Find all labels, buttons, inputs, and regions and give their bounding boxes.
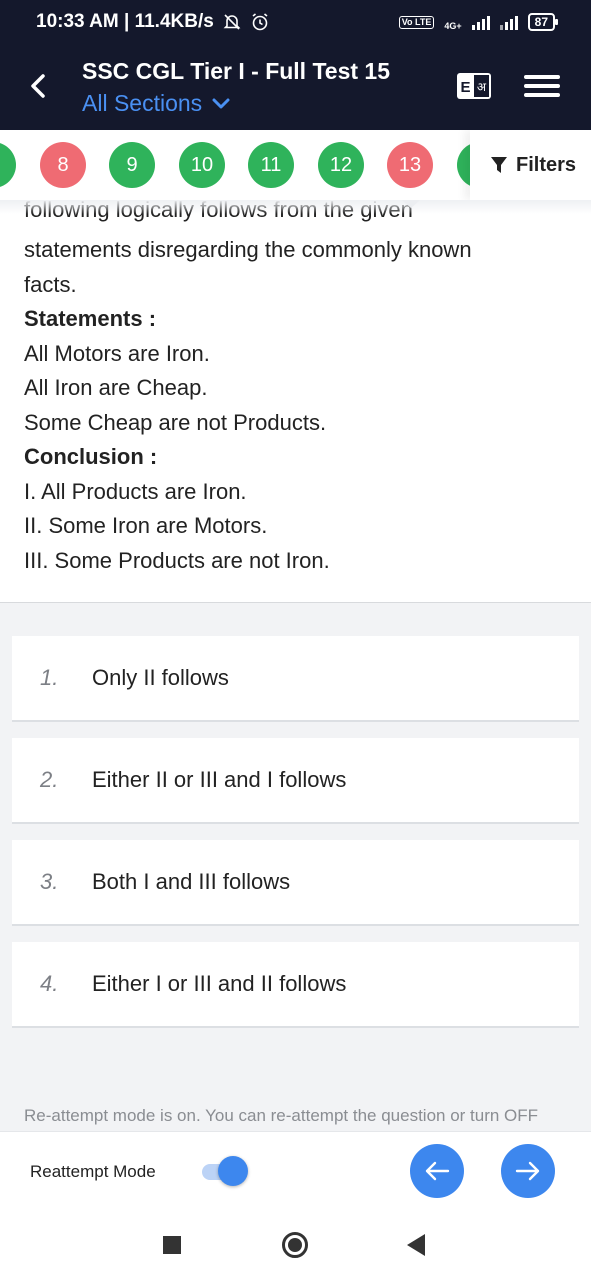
arrow-right-icon (515, 1161, 540, 1181)
bottom-action-bar: Reattempt Mode (0, 1131, 591, 1211)
question-bubble[interactable]: 10 (179, 142, 225, 188)
network-type: 4G+ (444, 21, 462, 31)
question-bubble[interactable]: 8 (40, 142, 86, 188)
answer-option[interactable]: 3. Both I and III follows (12, 840, 579, 926)
question-bubble[interactable]: 12 (318, 142, 364, 188)
question-line: facts. (24, 271, 77, 297)
statement-line: Some Cheap are not Products. (24, 409, 327, 435)
home-icon[interactable] (282, 1232, 308, 1258)
answer-option[interactable]: 1. Only II follows (12, 636, 579, 722)
sections-dropdown[interactable]: All Sections (82, 90, 230, 117)
option-number: 1. (40, 665, 59, 690)
question-bubble[interactable] (0, 142, 16, 188)
question-line: statements disregarding the commonly kno… (24, 237, 472, 262)
question-bubble[interactable]: 9 (109, 142, 155, 188)
conclusion-line: I. All Products are Iron. (24, 478, 247, 504)
option-number: 4. (40, 971, 59, 996)
back-button[interactable] (18, 66, 58, 106)
question-text: statements disregarding the commonly kno… (24, 233, 569, 578)
battery-icon: 87 (527, 13, 559, 31)
option-text: Either II or III and I follows (92, 767, 347, 792)
back-icon[interactable] (407, 1234, 425, 1256)
question-bubble[interactable]: 11 (248, 142, 294, 188)
language-icon: E अ (457, 73, 491, 99)
conclusion-line: II. Some Iron are Motors. (24, 513, 268, 538)
menu-line (524, 93, 560, 97)
chevron-left-icon (31, 74, 45, 98)
answer-option[interactable]: 4. Either I or III and II follows (12, 942, 579, 1028)
statements-heading: Statements : (24, 306, 157, 331)
alarm-icon (250, 12, 270, 32)
scroll-indicator (402, 200, 420, 208)
arrow-left-icon (425, 1161, 450, 1181)
option-text: Either I or III and II follows (92, 971, 347, 996)
question-bubble[interactable]: 13 (387, 142, 433, 188)
option-number: 3. (40, 869, 59, 894)
menu-line (524, 75, 560, 79)
svg-text:अ: अ (477, 80, 487, 94)
option-text: Only II follows (92, 665, 229, 690)
conclusion-heading: Conclusion : (24, 444, 158, 469)
chevron-down-icon (212, 98, 230, 108)
toggle-knob (218, 1156, 248, 1186)
sections-label: All Sections (82, 90, 203, 116)
question-navigator: 8 9 10 11 12 13 1 Filters (0, 130, 591, 200)
reattempt-mode-label: Reattempt Mode (30, 1162, 156, 1181)
option-number: 2. (40, 767, 59, 792)
recent-apps-icon[interactable] (163, 1236, 181, 1254)
hamburger-menu-button[interactable] (524, 70, 560, 102)
signal-icon-2 (499, 14, 518, 30)
app-header: SSC CGL Tier I - Full Test 15 All Sectio… (0, 44, 591, 130)
filter-icon (491, 157, 507, 173)
statement-line: All Motors are Iron. (24, 340, 210, 366)
page-title: SSC CGL Tier I - Full Test 15 (82, 58, 391, 84)
conclusion-line: III. Some Products are not Iron. (24, 547, 330, 573)
scroll-fade (0, 200, 591, 214)
option-text: Both I and III follows (92, 869, 291, 894)
answer-option[interactable]: 2. Either II or III and I follows (12, 738, 579, 824)
menu-line (524, 84, 560, 88)
status-time: 10:33 AM | 11.4KB/s (36, 11, 214, 32)
filters-button[interactable]: Filters (470, 130, 591, 200)
mute-notification-icon (222, 12, 242, 32)
status-bar: 10:33 AM | 11.4KB/s Vo LTE 4G+ 87 (0, 0, 591, 44)
statement-line: All Iron are Cheap. (24, 375, 208, 400)
previous-question-button[interactable] (410, 1144, 464, 1198)
volte-icon: Vo LTE (398, 15, 435, 29)
signal-icon (471, 14, 490, 30)
android-nav-bar (0, 1211, 591, 1280)
language-toggle-button[interactable]: E अ (454, 70, 494, 102)
reattempt-note: Re-attempt mode is on. You can re-attemp… (24, 1106, 539, 1125)
question-card: following logically follows from the giv… (0, 200, 591, 603)
svg-text:E: E (460, 79, 470, 96)
reattempt-mode-toggle[interactable] (198, 1156, 250, 1186)
next-question-button[interactable] (501, 1144, 555, 1198)
filters-label: Filters (516, 153, 577, 176)
